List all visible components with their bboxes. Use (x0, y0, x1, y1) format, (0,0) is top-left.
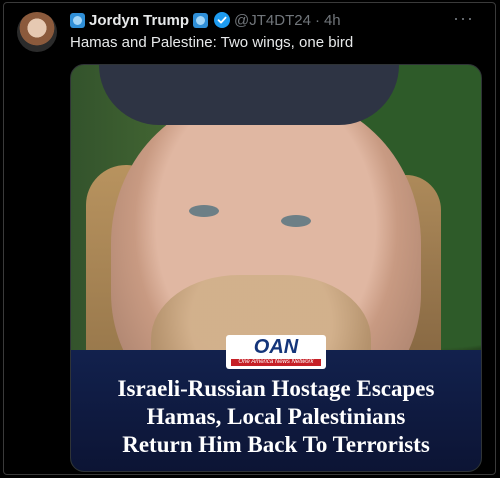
more-options-icon[interactable]: ··· (453, 9, 474, 27)
left-eye (189, 205, 219, 217)
square-flag-icon (193, 12, 209, 28)
timestamp[interactable]: 4h (324, 12, 341, 29)
headline-line: Israeli-Russian Hostage Escapes (117, 376, 435, 401)
headline-line: Hamas, Local Palestinians (146, 404, 406, 429)
oan-logo-subtitle: One America News Network (231, 359, 321, 366)
cap (99, 65, 399, 125)
tweet-media-image[interactable]: OAN One America News Network Israeli-Rus… (70, 64, 482, 472)
avatar[interactable] (17, 12, 57, 52)
verified-badge-icon[interactable] (214, 12, 231, 28)
oan-logo: OAN One America News Network (226, 335, 326, 369)
oan-logo-text: OAN (253, 336, 299, 358)
separator-dot: · (314, 11, 320, 29)
headline-line: Return Him Back To Terrorists (122, 432, 430, 457)
tweet-text: Hamas and Palestine: Two wings, one bird (70, 34, 354, 51)
headline: Israeli-Russian Hostage Escapes Hamas, L… (71, 375, 481, 459)
author-handle[interactable]: @JT4DT24 (234, 12, 311, 29)
author-name[interactable]: Jordyn Trump (89, 12, 189, 29)
right-eye (281, 215, 311, 227)
tweet-header: Jordyn Trump @JT4DT24 · 4h (70, 9, 341, 31)
square-flag-icon (70, 12, 85, 28)
